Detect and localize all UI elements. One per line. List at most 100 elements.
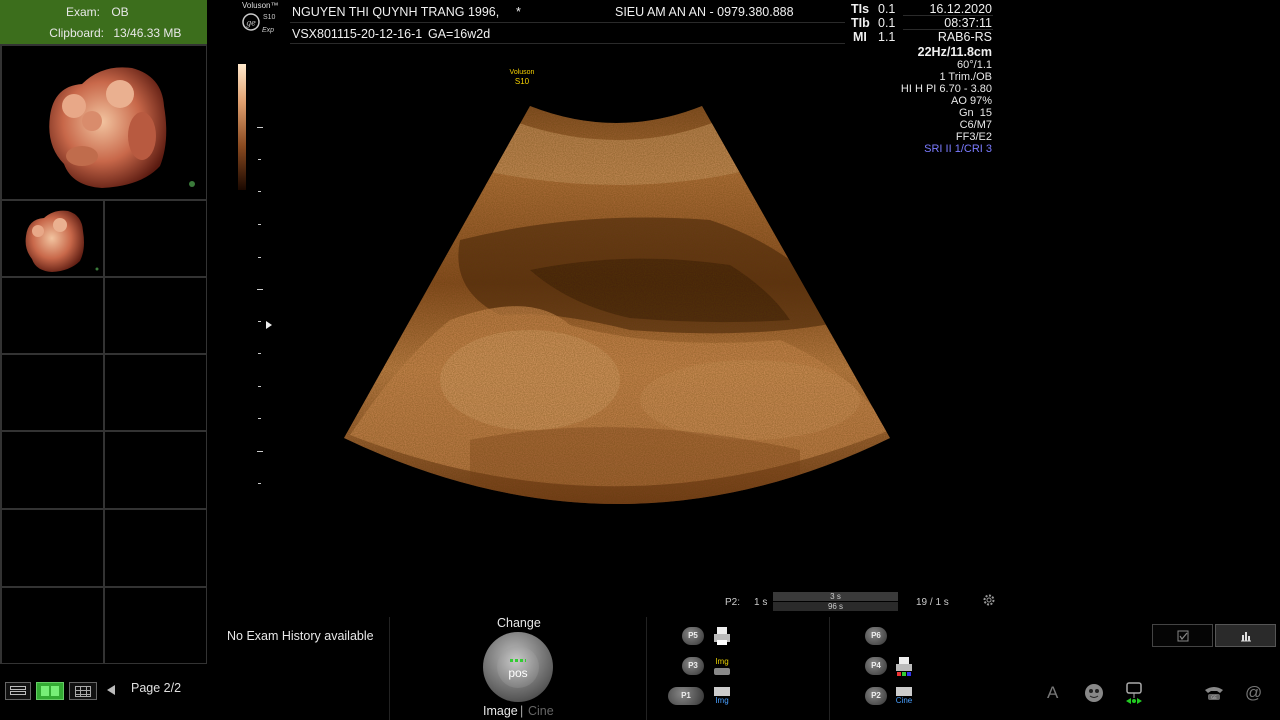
tib-label: TIb xyxy=(851,16,870,30)
preset-button-p3[interactable]: P3 xyxy=(682,657,704,675)
thumbnail-large[interactable] xyxy=(1,45,207,200)
patient-name: NGUYEN THI QUYNH TRANG 1996, xyxy=(292,5,500,19)
tis-label: TIs xyxy=(851,2,870,16)
model-name: S10 xyxy=(263,14,276,21)
gray-scale-bar xyxy=(238,64,246,190)
clinic-name: SIEU AM AN AN - 0979.380.888 xyxy=(615,5,794,19)
exam-time: 08:37:11 xyxy=(944,16,992,30)
clipboard-header: Exam: OB Clipboard: 13/46.33 MB xyxy=(0,0,207,44)
cine-loop-top[interactable]: 3 s xyxy=(773,592,898,601)
thumbnail-empty[interactable] xyxy=(1,277,104,354)
remote-service-icon[interactable]: GE xyxy=(1203,684,1225,704)
probe-name: RAB6-RS xyxy=(937,30,992,44)
cine-loop-bottom[interactable]: 96 s xyxy=(773,602,898,611)
clipboard-row: Clipboard: 13/46.33 MB xyxy=(0,26,181,40)
clipboard-label: Clipboard: xyxy=(49,26,104,40)
fetal-3d-render-large xyxy=(49,67,195,188)
annotation-icon[interactable]: A xyxy=(1047,683,1058,703)
tib-value: 0.1 xyxy=(878,16,896,30)
brand-name: Voluson™ xyxy=(242,1,279,10)
thumbnail-empty[interactable] xyxy=(104,200,207,277)
page-back-icon[interactable] xyxy=(106,684,116,696)
worksheet-button[interactable] xyxy=(1215,624,1276,647)
cine-start: 1 s xyxy=(754,597,768,608)
email-icon[interactable]: @ xyxy=(1245,683,1262,703)
voluson-logo: Voluson™ ge S10 Exp xyxy=(238,0,284,44)
checkbox-icon xyxy=(1177,630,1189,642)
thumbnail-empty[interactable] xyxy=(1,509,104,587)
mi-value: 1.1 xyxy=(878,30,896,44)
preset-button-p5[interactable]: P5 xyxy=(682,627,704,645)
color-printer-icon[interactable] xyxy=(893,655,915,677)
thumbnail-empty[interactable] xyxy=(104,587,207,664)
exam-label: Exam: xyxy=(65,5,100,19)
body-mark-icon[interactable] xyxy=(1084,683,1104,703)
tis-value: 0.1 xyxy=(878,2,896,16)
clipboard-value: 13/46.33 MB xyxy=(113,26,182,40)
patient-info: NGUYEN THI QUYNH TRANG 1996, * SIEU AM A… xyxy=(290,0,845,44)
c-info: C6/M7 xyxy=(959,119,992,131)
page-indicator: Page 2/2 xyxy=(131,681,182,695)
network-icon[interactable] xyxy=(1123,682,1145,706)
patient-marker: * xyxy=(516,5,521,19)
layout-grid-2-button[interactable] xyxy=(36,682,64,700)
cine-mode-label[interactable]: Cine xyxy=(528,704,554,718)
frame-rate-depth: 22Hz/11.8cm xyxy=(917,45,992,59)
gestational-age: GA=16w2d xyxy=(428,27,491,41)
preset-button-p6[interactable]: P6 xyxy=(865,627,887,645)
preset-button-p4[interactable]: P4 xyxy=(865,657,887,675)
ff-info: FF3/E2 xyxy=(955,131,992,143)
disk-img-icon[interactable]: Img xyxy=(711,685,733,707)
disk-cine-text: Cine xyxy=(895,696,913,705)
thumbnail-empty[interactable] xyxy=(104,431,207,509)
preset-button-p1[interactable]: P1 xyxy=(668,687,704,705)
gain-info: Gn 15 xyxy=(958,107,992,119)
cine-label: P2: xyxy=(725,597,741,608)
thumbnail-empty[interactable] xyxy=(104,277,207,354)
thumbnail-empty[interactable] xyxy=(104,354,207,431)
mode-separator: | xyxy=(520,704,524,718)
probe-label-line2: S10 xyxy=(514,77,530,86)
gear-icon[interactable] xyxy=(981,592,997,608)
exam-date: 16.12.2020 xyxy=(929,2,992,16)
thumbnail-empty[interactable] xyxy=(104,509,207,587)
sri-info: SRI II 1/CRI 3 xyxy=(924,143,992,155)
thumbnail-empty[interactable] xyxy=(1,354,104,431)
angle-info: 60°/1.1 xyxy=(957,59,992,71)
change-label: Change xyxy=(497,616,541,630)
model-tag: Exp xyxy=(262,27,275,34)
focus-marker-icon[interactable] xyxy=(266,321,272,329)
mi-label: MI xyxy=(853,30,867,44)
svg-text:ge: ge xyxy=(246,19,256,28)
exam-history-text: No Exam History available xyxy=(227,629,374,643)
harmonics-info: HI H PI 6.70 - 3.80 xyxy=(900,83,992,95)
layout-grid-3-button[interactable] xyxy=(69,682,97,700)
preset-info: 1 Trim./OB xyxy=(939,71,992,83)
svg-text:GE: GE xyxy=(1211,695,1217,700)
probe-label-line1: Voluson xyxy=(509,69,535,76)
disk-img-text: Img xyxy=(715,696,729,705)
disk-cine-icon[interactable]: Cine xyxy=(893,685,915,707)
ao-info: AO 97% xyxy=(951,95,992,107)
exam-row: Exam: OB xyxy=(0,5,129,19)
layout-single-button[interactable] xyxy=(5,682,31,700)
thumbnail-small[interactable] xyxy=(1,200,104,277)
thumbnail-empty[interactable] xyxy=(1,587,104,664)
preset-button-p2[interactable]: P2 xyxy=(865,687,887,705)
acoustic-params: TIs 0.1 TIb 0.1 MI 1.1 xyxy=(848,0,900,44)
ultrasound-image[interactable] xyxy=(330,90,910,520)
thumbnail-empty[interactable] xyxy=(1,431,104,509)
exam-value: OB xyxy=(111,5,129,19)
printer-icon[interactable] xyxy=(711,625,733,647)
image-mode-label[interactable]: Image xyxy=(483,704,518,718)
bar-chart-icon xyxy=(1241,632,1251,642)
pos-knob[interactable]: pos xyxy=(483,632,553,702)
probe-orientation-label: Voluson S10 xyxy=(500,68,544,86)
fetal-3d-render-small xyxy=(25,210,99,272)
img-save-icon[interactable]: Img xyxy=(711,655,733,677)
report-check-button[interactable] xyxy=(1152,624,1213,647)
clipboard-thumbnails xyxy=(0,44,207,664)
ge-logo-icon: ge xyxy=(242,13,260,31)
img-save-text: Img xyxy=(715,657,729,666)
exam-id: VSX801115-20-12-16-1 xyxy=(292,27,423,41)
